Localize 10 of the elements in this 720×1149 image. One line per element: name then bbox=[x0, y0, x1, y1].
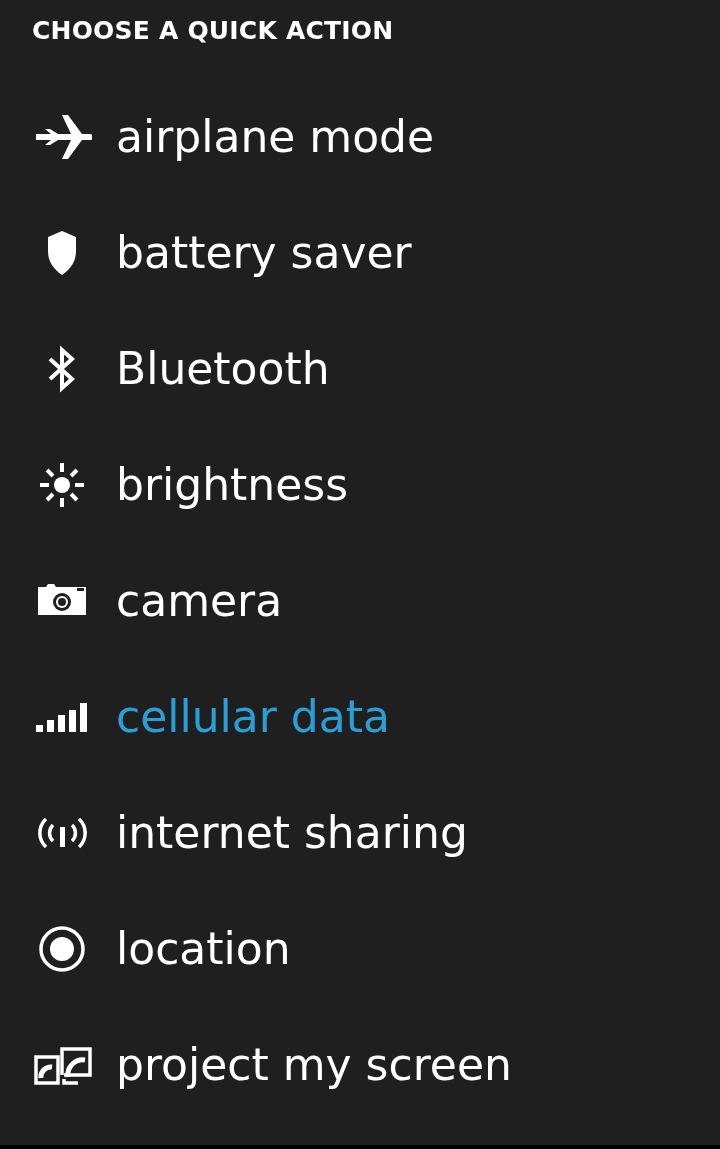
quick-action-item[interactable]: internet sharing bbox=[0, 775, 720, 891]
quick-action-item[interactable]: airplane mode bbox=[0, 79, 720, 195]
quick-action-item[interactable]: camera bbox=[0, 543, 720, 659]
section-header: CHOOSE A QUICK ACTION bbox=[31, 15, 395, 47]
quick-action-item[interactable]: brightness bbox=[0, 427, 720, 543]
quick-action-item[interactable]: battery saver bbox=[0, 195, 720, 311]
quick-action-item[interactable]: location bbox=[0, 891, 720, 1007]
quick-action-item[interactable]: Bluetooth bbox=[0, 311, 720, 427]
quick-action-item[interactable]: project my screen bbox=[0, 1007, 720, 1123]
quick-action-item[interactable]: cellular data bbox=[0, 659, 720, 775]
